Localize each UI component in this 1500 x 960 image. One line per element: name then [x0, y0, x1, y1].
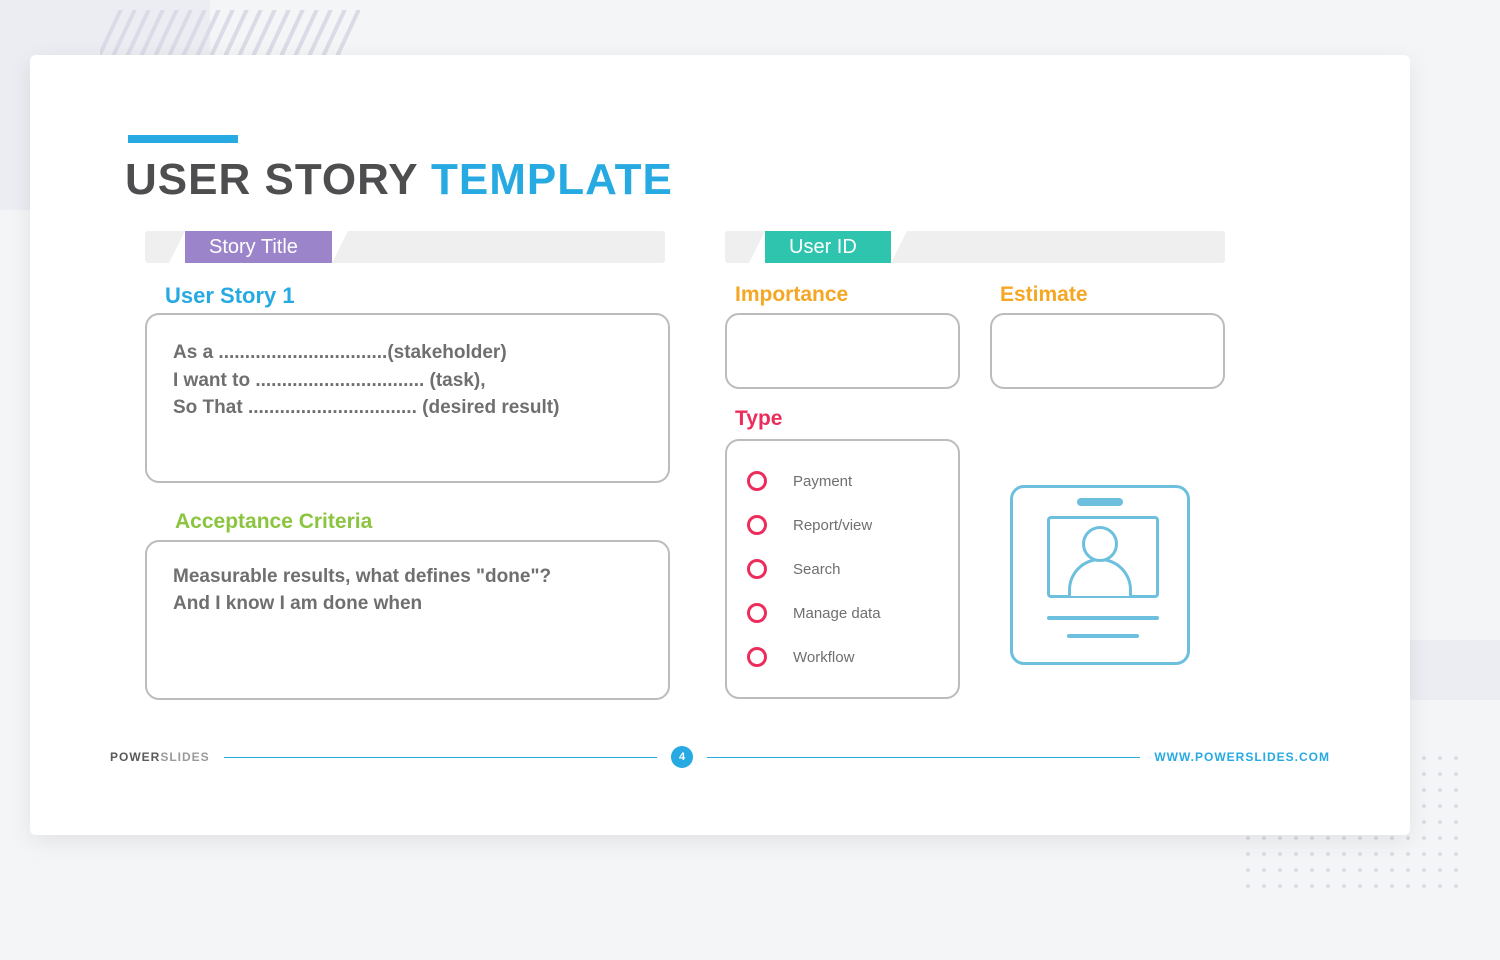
story-title-header: Story Title [145, 231, 665, 263]
brand-bold: POWER [110, 750, 160, 764]
title-accent-bar [128, 135, 238, 143]
acceptance-criteria-heading: Acceptance Criteria [175, 510, 372, 534]
person-head-icon [1082, 526, 1118, 562]
ac-line-1: Measurable results, what defines "done"? [173, 564, 642, 591]
page-number-badge: 4 [671, 746, 693, 768]
estimate-label: Estimate [1000, 283, 1088, 307]
footer-brand: POWERSLIDES [110, 750, 210, 764]
type-option-label: Workflow [793, 649, 854, 666]
footer: POWERSLIDES 4 WWW.POWERSLIDES.COM [110, 745, 1330, 769]
footer-rule-right [707, 757, 1140, 758]
type-label: Type [735, 407, 782, 431]
user-story-heading: User Story 1 [165, 283, 295, 309]
type-row-report: Report/view [747, 503, 938, 547]
story-line-2: I want to ..............................… [173, 367, 642, 395]
notch-icon [1077, 498, 1123, 506]
type-row-workflow: Workflow [747, 635, 938, 679]
footer-url: WWW.POWERSLIDES.COM [1154, 750, 1330, 764]
footer-rule-left [224, 757, 657, 758]
profile-card-icon [1010, 485, 1190, 665]
circle-icon [747, 471, 767, 491]
type-row-payment: Payment [747, 459, 938, 503]
type-option-label: Report/view [793, 517, 872, 534]
user-id-header: User ID [725, 231, 1225, 263]
page-title: USER STORY TEMPLATE [125, 155, 673, 205]
type-option-label: Search [793, 561, 841, 578]
type-option-label: Manage data [793, 605, 881, 622]
story-title-tab: Story Title [185, 231, 332, 263]
circle-icon [747, 515, 767, 535]
story-title-tab-label: Story Title [209, 236, 298, 258]
type-row-manage: Manage data [747, 591, 938, 635]
brand-light: SLIDES [160, 750, 209, 764]
user-id-tab-label: User ID [789, 236, 857, 258]
user-story-box: As a ................................(st… [145, 313, 670, 483]
line-icon [1047, 616, 1159, 620]
line-icon [1067, 634, 1139, 638]
acceptance-criteria-box: Measurable results, what defines "done"?… [145, 540, 670, 700]
circle-icon [747, 559, 767, 579]
slide-card: USER STORY TEMPLATE Story Title User ID … [30, 55, 1410, 835]
importance-box [725, 313, 960, 389]
title-part-2: TEMPLATE [431, 155, 673, 204]
story-line-1: As a ................................(st… [173, 339, 642, 367]
estimate-box [990, 313, 1225, 389]
type-row-search: Search [747, 547, 938, 591]
importance-label: Importance [735, 283, 848, 307]
ac-line-2: And I know I am done when [173, 591, 642, 618]
user-id-tab: User ID [765, 231, 891, 263]
circle-icon [747, 603, 767, 623]
type-box: Payment Report/view Search Manage data W… [725, 439, 960, 699]
title-part-1: USER STORY [125, 155, 431, 204]
circle-icon [747, 647, 767, 667]
type-option-label: Payment [793, 473, 852, 490]
story-line-3: So That ................................… [173, 394, 642, 422]
